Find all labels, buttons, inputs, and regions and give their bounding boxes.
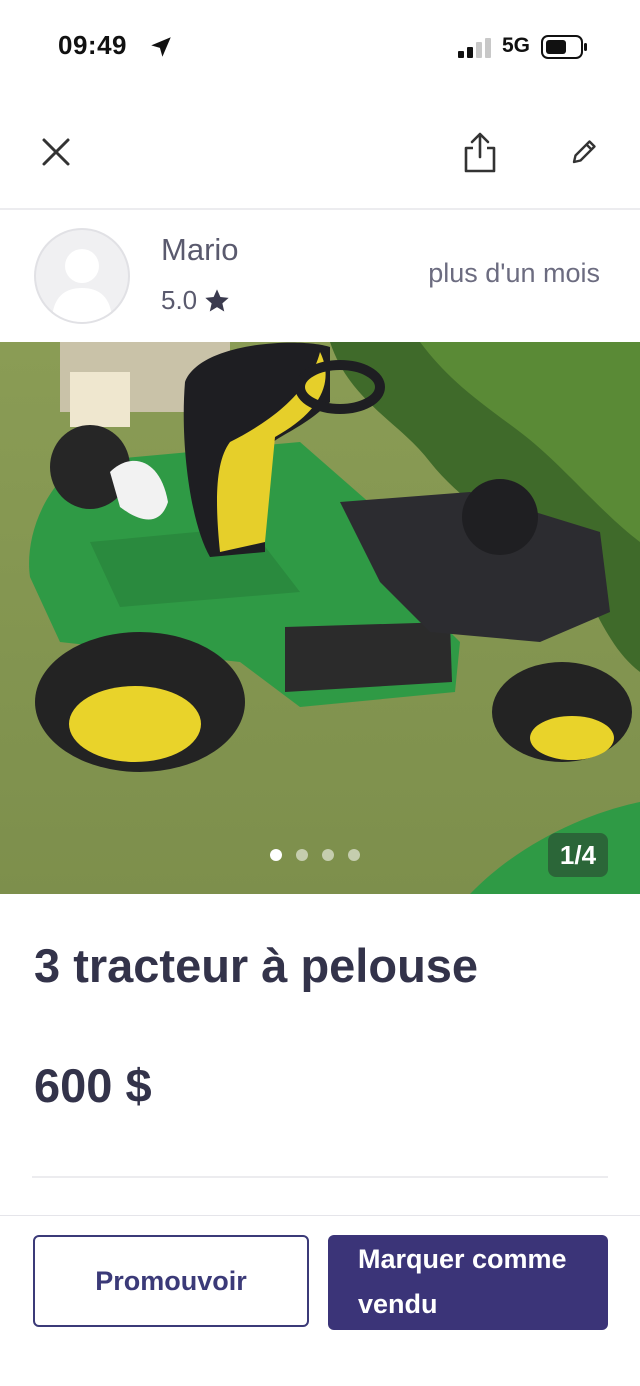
header-divider (0, 208, 640, 210)
posted-time: plus d'un mois (428, 258, 600, 288)
avatar-placeholder-icon (52, 249, 112, 322)
close-button[interactable] (30, 126, 82, 178)
edit-pencil-icon (572, 140, 596, 164)
edit-button[interactable] (558, 126, 610, 178)
photo-counter: 1/4 (548, 833, 608, 877)
signal-bars-icon (458, 38, 491, 58)
mark-sold-button[interactable]: Marquer comme vendu (328, 1235, 608, 1330)
network-type: 5G (502, 34, 531, 57)
seller-rating: 5.0 (161, 285, 231, 316)
gallery-pagination[interactable] (270, 849, 360, 861)
share-icon (464, 132, 496, 173)
listing-title: 3 tracteur à pelouse (34, 939, 479, 992)
status-time: 09:49 (58, 30, 127, 60)
pagination-dot[interactable] (296, 849, 308, 861)
pagination-dot[interactable] (348, 849, 360, 861)
content-divider (32, 1176, 608, 1178)
close-icon (42, 138, 70, 166)
listing-price: 600 $ (34, 1059, 152, 1112)
battery-icon (541, 35, 587, 59)
listing-photo[interactable] (0, 342, 640, 894)
star-icon (205, 288, 229, 311)
lawn-tractor-image (0, 342, 640, 894)
share-button[interactable] (454, 126, 506, 178)
pagination-dot[interactable] (322, 849, 334, 861)
promote-button[interactable]: Promouvoir (33, 1235, 309, 1327)
seller-avatar[interactable] (34, 228, 130, 324)
pagination-dot[interactable] (270, 849, 282, 861)
location-arrow-icon (151, 37, 171, 57)
seller-name[interactable]: Mario (161, 232, 239, 268)
rating-value: 5.0 (161, 285, 198, 315)
